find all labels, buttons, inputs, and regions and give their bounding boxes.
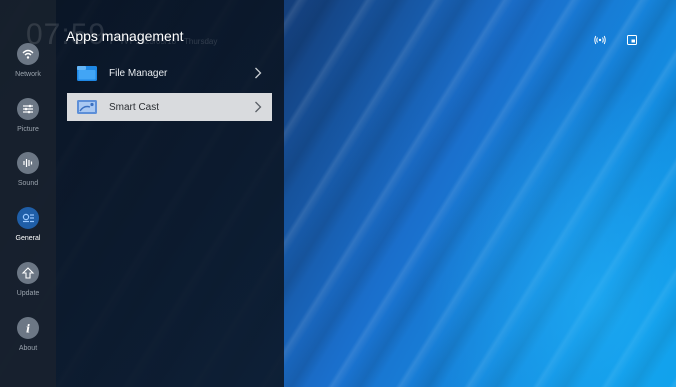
app-row-file-manager[interactable]: File Manager [67,59,272,87]
sidebar-item-label: Update [16,290,40,297]
tv-screen: 07:59 PM 2023/05/18 Thursday Apps managem… [0,0,676,387]
app-label: Smart Cast [109,101,160,113]
sidebar-item-label: Picture [17,126,39,133]
app-row-smart-cast[interactable]: Smart Cast [67,93,272,121]
chevron-right-icon [255,67,262,79]
sidebar-item-update[interactable]: Update [0,262,56,314]
sidebar-item-network[interactable]: Network [0,43,56,95]
upload-arrow-icon [17,262,39,284]
folder-icon [77,66,97,81]
general-settings-icon [17,207,39,229]
sidebar-item-general[interactable]: General [0,207,56,259]
sidebar-item-label: About [18,345,38,352]
sidebar-item-picture[interactable]: Picture [0,98,56,150]
app-label: File Manager [109,67,168,79]
cast-icon [77,100,97,114]
sidebar-item-about[interactable]: i About [0,317,56,369]
clock-day: Thursday [184,37,218,46]
info-icon: i [17,317,39,339]
screen-mirror-icon [627,35,637,45]
wireless-signal-icon [594,35,606,45]
sliders-icon [17,98,39,120]
wallpaper-glow [420,80,676,387]
chevron-right-icon [255,101,262,113]
sidebar-item-label: Sound [17,180,39,187]
svg-text:i: i [26,323,30,336]
wifi-icon [17,43,39,65]
sidebar-item-sound[interactable]: Sound [0,152,56,204]
sidebar-item-label: General [15,235,41,242]
sidebar-item-label: Network [15,71,41,78]
page-title: Apps management [66,28,184,44]
sound-wave-icon [17,152,39,174]
